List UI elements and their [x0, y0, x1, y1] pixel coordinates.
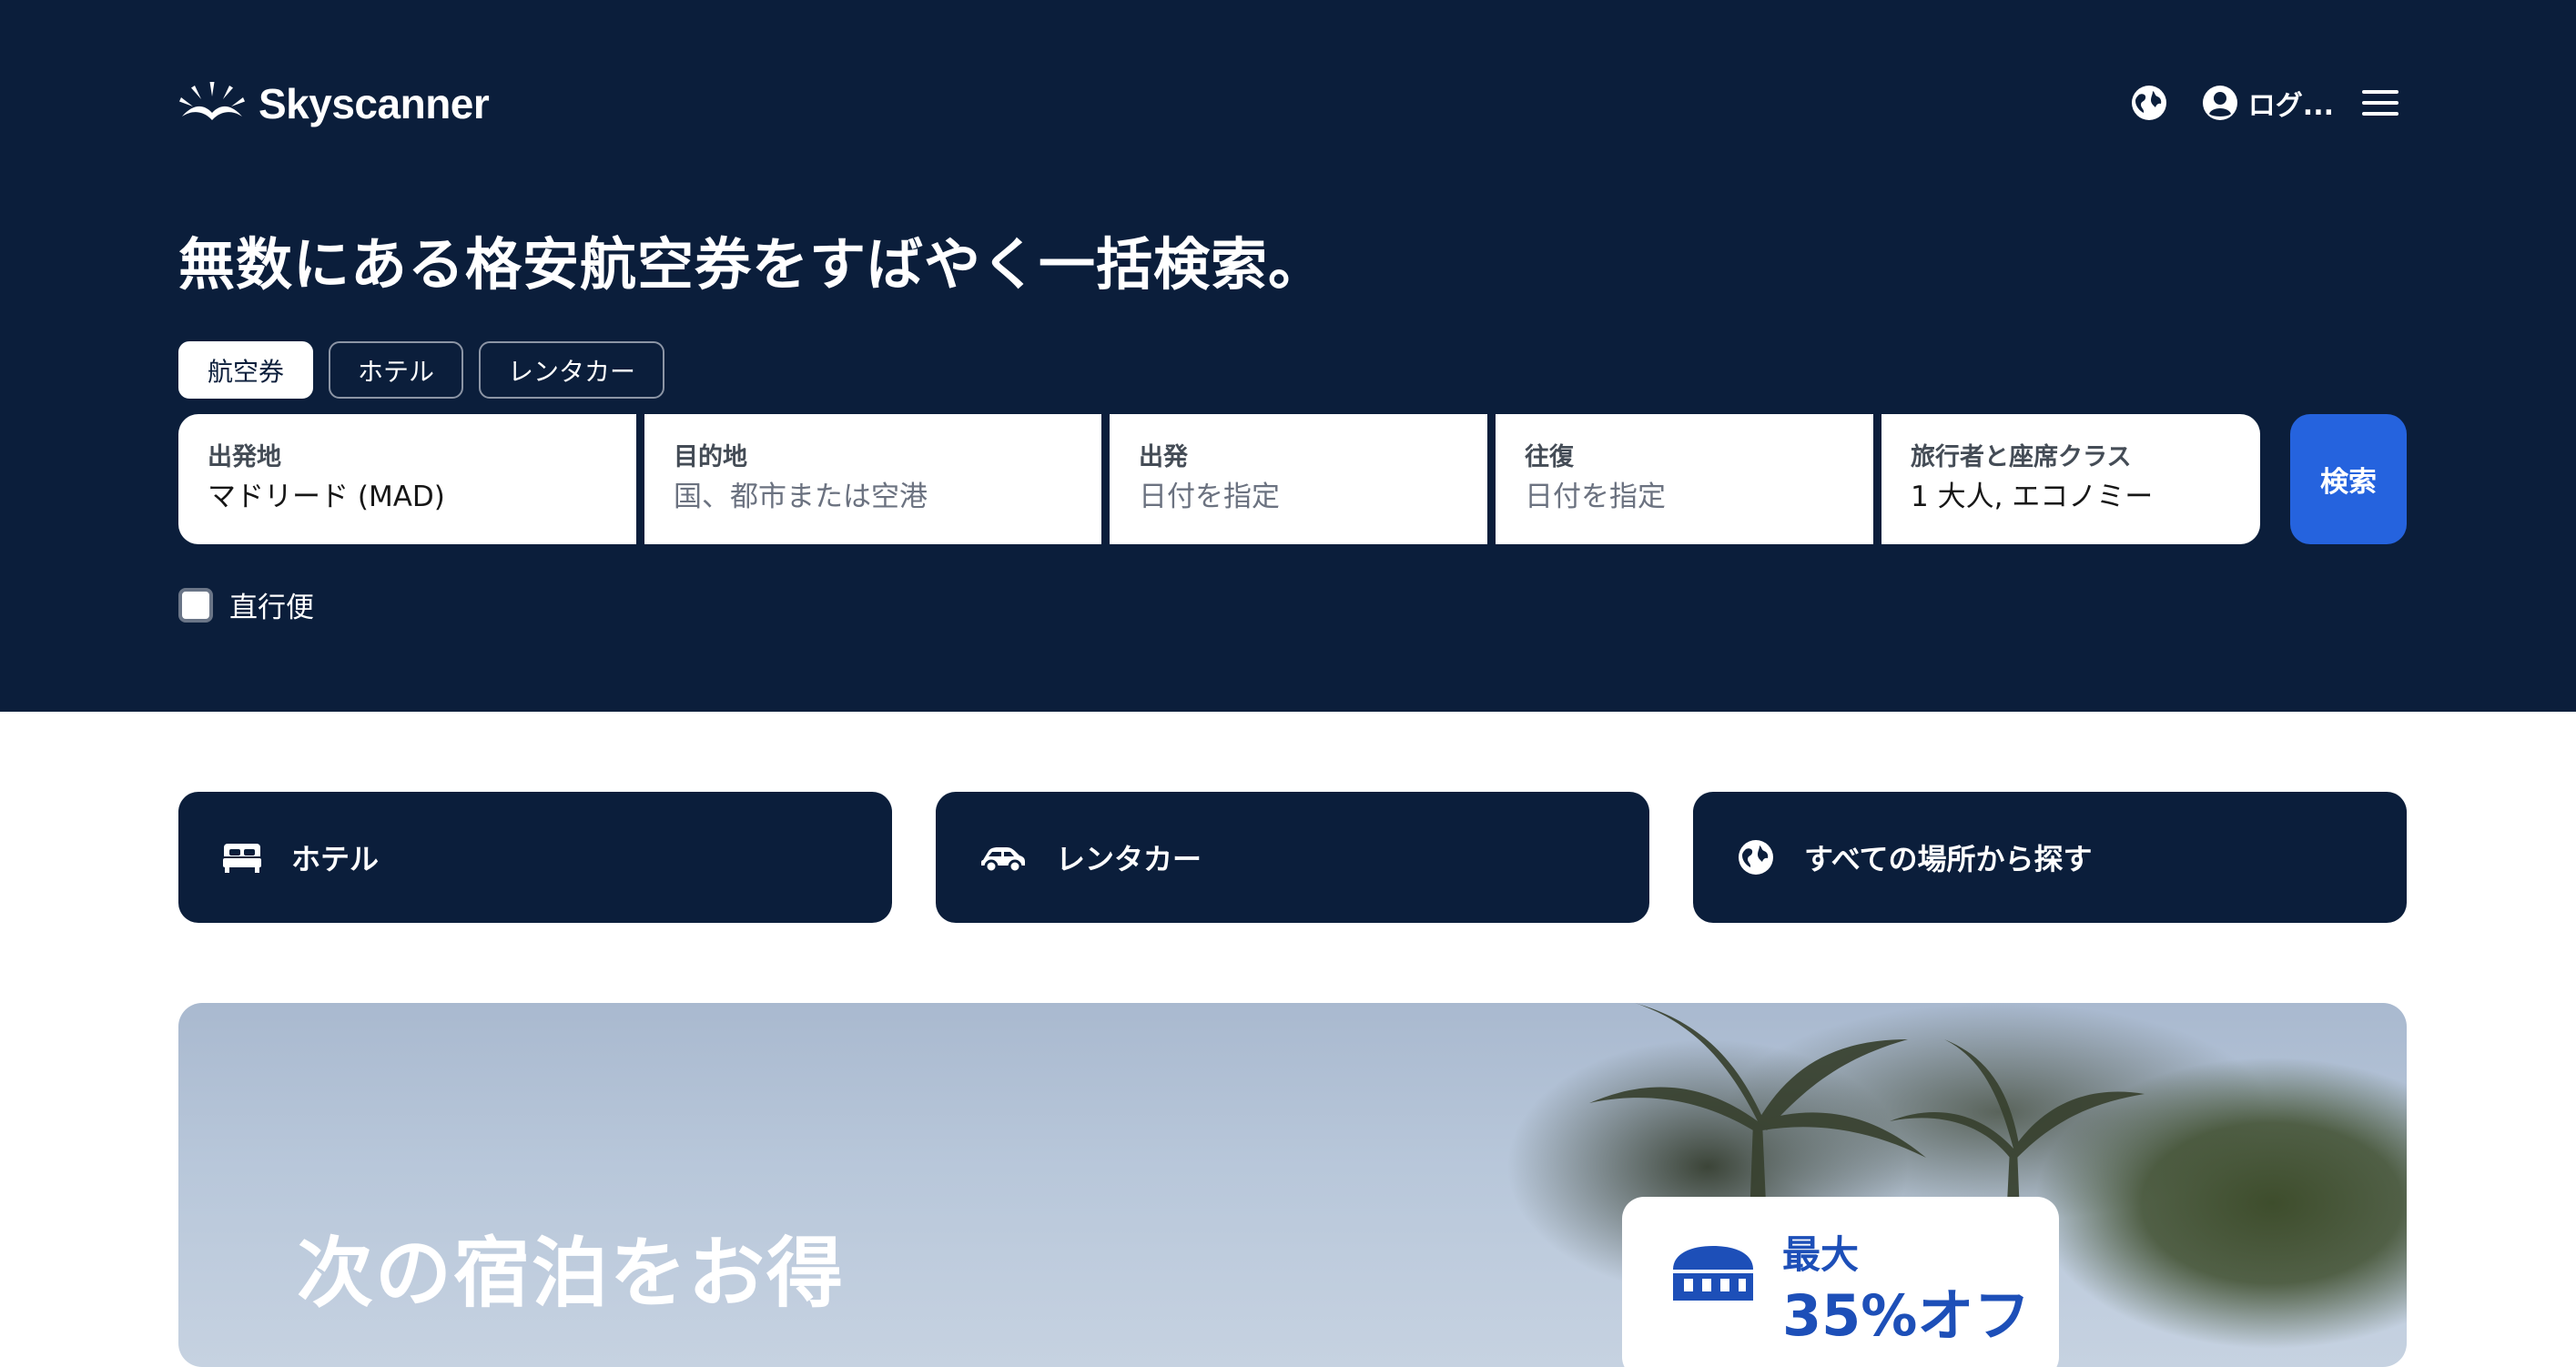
destination-label: 目的地: [674, 443, 747, 471]
depart-placeholder: 日付を指定: [1139, 481, 1280, 514]
promo-title: 次の宿泊をお得: [297, 1229, 846, 1318]
quick-link-hotels[interactable]: ホテル: [178, 792, 892, 923]
direct-flights-option[interactable]: 直行便: [178, 584, 314, 625]
user-account-icon: [2202, 86, 2237, 120]
direct-flights-label: 直行便: [229, 592, 314, 624]
bed-icon: [223, 844, 261, 873]
return-label: 往復: [1525, 443, 1574, 471]
search-button[interactable]: 検索: [2290, 414, 2407, 544]
quick-link-explore-everywhere[interactable]: すべての場所から探す: [1693, 792, 2407, 923]
depart-date-field[interactable]: 出発 日付を指定: [1110, 414, 1487, 544]
badge-discount-text: 35%オフ: [1782, 1282, 2031, 1349]
depart-label: 出発: [1139, 443, 1188, 471]
quick-links: ホテル レンタカー すべての場所から探す: [178, 792, 2407, 923]
origin-field[interactable]: 出発地 マドリード (MAD): [178, 414, 636, 544]
return-date-field[interactable]: 往復 日付を指定: [1496, 414, 1873, 544]
globe-icon: [1739, 840, 1773, 875]
destination-field[interactable]: 目的地 国、都市または空港: [644, 414, 1101, 544]
quick-link-hotels-label: ホテル: [291, 842, 380, 876]
sunrise-logo-icon: [179, 82, 245, 120]
discount-badge: 最大 35%オフ: [1622, 1197, 2059, 1367]
hotel-promo-banner[interactable]: 次の宿泊をお得 最大 35%オフ: [178, 1003, 2407, 1367]
login-button[interactable]: ログ...: [2201, 83, 2334, 123]
search-type-tabs: 航空券 ホテル レンタカー: [178, 341, 665, 399]
menu-button[interactable]: [2354, 76, 2407, 129]
hamburger-menu-icon: [2362, 90, 2399, 116]
travellers-value: 1 大人, エコノミー: [1911, 481, 2154, 514]
globe-icon: [2131, 86, 2166, 120]
car-icon: [981, 847, 1025, 873]
page-headline: 無数にある格安航空券をすばやく一括検索。: [178, 231, 1326, 298]
tab-hotels[interactable]: ホテル: [329, 341, 464, 399]
travellers-label: 旅行者と座席クラス: [1911, 443, 2132, 471]
direct-flights-checkbox[interactable]: [178, 587, 213, 623]
quick-link-explore-label: すべての場所から探す: [1804, 842, 2093, 876]
flight-search-form: 出発地 マドリード (MAD) 目的地 国、都市または空港 出発 日付を指定 往…: [178, 414, 2260, 544]
quick-link-car-rental-label: レンタカー: [1056, 842, 1202, 876]
header-actions: ログ...: [2123, 76, 2407, 129]
tab-car-rental[interactable]: レンタカー: [479, 341, 665, 399]
login-label: ログ...: [2247, 90, 2334, 122]
tab-flights[interactable]: 航空券: [178, 341, 314, 399]
region-button[interactable]: [2123, 76, 2175, 129]
hotel-building-icon: [1673, 1246, 1753, 1301]
return-placeholder: 日付を指定: [1525, 481, 1666, 514]
brand-name: Skyscanner: [259, 80, 490, 127]
destination-placeholder: 国、都市または空港: [674, 481, 928, 514]
travellers-cabin-field[interactable]: 旅行者と座席クラス 1 大人, エコノミー: [1881, 414, 2260, 544]
origin-value: マドリード (MAD): [208, 481, 445, 514]
hero-section: Skyscanner ログ... 無数にある格安航空券をすばやく一括検索。 航空…: [0, 0, 2576, 712]
origin-label: 出発地: [208, 443, 281, 471]
quick-link-car-rental[interactable]: レンタカー: [936, 792, 1649, 923]
skyscanner-logo[interactable]: Skyscanner: [178, 78, 490, 129]
